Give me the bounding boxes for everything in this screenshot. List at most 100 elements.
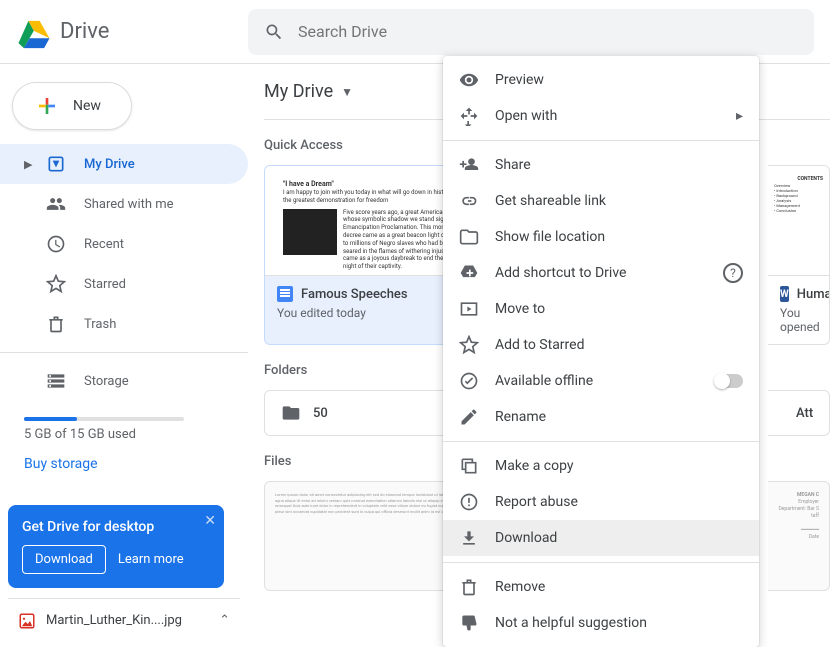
ctx-show-file-location[interactable]: Show file location <box>443 219 759 255</box>
sidebar-item-recent[interactable]: Recent <box>0 224 248 264</box>
toggle-switch[interactable] <box>715 374 743 388</box>
card-name: Huma <box>797 287 830 302</box>
docs-icon <box>277 286 293 302</box>
sidebar-item-storage[interactable]: Storage <box>0 361 248 401</box>
card-thumbnail: CONTENTS Overview• Introduction• Backgro… <box>768 166 829 276</box>
download-icon <box>459 528 479 548</box>
sidebar-item-trash[interactable]: Trash <box>0 304 248 344</box>
quick-access-card[interactable]: CONTENTS Overview• Introduction• Backgro… <box>768 165 830 345</box>
folder-chip[interactable]: Att <box>768 390 830 436</box>
ctx-get-shareable-link[interactable]: Get shareable link <box>443 183 759 219</box>
drive-icon <box>46 154 66 174</box>
promo-download-button[interactable]: Download <box>22 545 106 574</box>
ctx-item-label: Not a helpful suggestion <box>495 615 647 631</box>
trash-icon <box>46 314 66 334</box>
chevron-right-icon: ▶ <box>24 158 34 171</box>
folder-name: 50 <box>313 406 328 421</box>
storage-icon <box>46 371 66 391</box>
trash-icon <box>459 577 479 597</box>
ctx-rename[interactable]: Rename <box>443 399 759 435</box>
ctx-add-to-starred[interactable]: Add to Starred <box>443 327 759 363</box>
image-file-icon <box>18 612 36 630</box>
promo-title: Get Drive for desktop <box>22 519 210 535</box>
folder-name: Att <box>796 406 813 421</box>
logo[interactable]: Drive <box>16 14 248 50</box>
star-icon <box>459 335 479 355</box>
ctx-item-label: Get shareable link <box>495 193 606 209</box>
card-name: Famous Speeches <box>301 287 408 302</box>
eye-icon <box>459 70 479 90</box>
sidebar-item-label: Shared with me <box>84 197 174 212</box>
chevron-up-icon[interactable]: ⌃ <box>219 613 230 628</box>
ctx-item-label: Add shortcut to Drive <box>495 265 626 281</box>
ctx-remove[interactable]: Remove <box>443 569 759 605</box>
download-file-name: Martin_Luther_Kin....jpg <box>46 613 182 628</box>
promo-card: ✕ Get Drive for desktop Download Learn m… <box>8 505 224 588</box>
sidebar-item-shared[interactable]: Shared with me <box>0 184 248 224</box>
app-name: Drive <box>60 19 109 44</box>
ctx-move-to[interactable]: Move to <box>443 291 759 327</box>
ctx-share[interactable]: Share <box>443 147 759 183</box>
person-add-icon <box>459 155 479 175</box>
ctx-item-label: Show file location <box>495 229 605 245</box>
folder-icon <box>281 403 301 423</box>
new-button-label: New <box>73 98 101 114</box>
breadcrumb-label: My Drive <box>264 81 333 102</box>
new-button[interactable]: New <box>12 82 132 130</box>
ctx-item-label: Move to <box>495 301 545 317</box>
ctx-not-a-helpful-suggestion[interactable]: Not a helpful suggestion <box>443 605 759 641</box>
openwith-icon <box>459 106 479 126</box>
search-input[interactable] <box>298 22 798 41</box>
ctx-item-label: Rename <box>495 409 546 425</box>
ctx-item-label: Report abuse <box>495 494 578 510</box>
star-icon <box>46 274 66 294</box>
chevron-down-icon: ▼ <box>341 85 353 99</box>
link-icon <box>459 191 479 211</box>
pencil-icon <box>459 407 479 427</box>
close-icon[interactable]: ✕ <box>204 513 216 529</box>
header: Drive <box>0 0 830 64</box>
offline-icon <box>459 371 479 391</box>
ctx-item-label: Make a copy <box>495 458 574 474</box>
copy-icon <box>459 456 479 476</box>
storage-bar <box>24 417 184 421</box>
search-bar[interactable] <box>248 9 814 55</box>
sidebar-item-label: Recent <box>84 237 124 252</box>
people-icon <box>46 194 66 214</box>
sidebar-item-label: Starred <box>84 277 126 292</box>
ctx-open-with[interactable]: Open with▸ <box>443 98 759 134</box>
file-card[interactable]: MEGAN CEmployerDepartment: Bar Staff━━━━… <box>768 481 830 591</box>
storage-section: 5 GB of 15 GB used Buy storage <box>0 401 248 480</box>
word-icon: W <box>780 286 789 302</box>
promo-learn-link[interactable]: Learn more <box>118 552 184 567</box>
ctx-make-a-copy[interactable]: Make a copy <box>443 448 759 484</box>
ctx-preview[interactable]: Preview <box>443 62 759 98</box>
clock-icon <box>46 234 66 254</box>
search-icon <box>264 22 284 42</box>
ctx-report-abuse[interactable]: Report abuse <box>443 484 759 520</box>
thumb-down-icon <box>459 613 479 633</box>
report-icon <box>459 492 479 512</box>
ctx-available-offline[interactable]: Available offline <box>443 363 759 399</box>
drive-add-icon <box>459 263 479 283</box>
ctx-item-label: Open with <box>495 108 557 124</box>
card-subtitle: You edited today <box>277 306 471 320</box>
ctx-download[interactable]: Download <box>443 520 759 556</box>
buy-storage-link[interactable]: Buy storage <box>24 456 224 472</box>
ctx-add-shortcut-to-drive[interactable]: Add shortcut to Drive? <box>443 255 759 291</box>
sidebar-item-label: Storage <box>84 374 129 389</box>
download-bar[interactable]: Martin_Luther_Kin....jpg ⌃ <box>8 598 240 642</box>
context-menu: Preview Open with▸ Share Get shareable link… <box>443 56 759 647</box>
ctx-item-label: Share <box>495 157 531 173</box>
storage-used-text: 5 GB of 15 GB used <box>24 427 224 442</box>
ctx-item-label: Preview <box>495 72 544 88</box>
ctx-item-label: Add to Starred <box>495 337 584 353</box>
folder-icon <box>459 227 479 247</box>
help-icon[interactable]: ? <box>723 263 743 283</box>
ctx-item-label: Remove <box>495 579 545 595</box>
drive-logo-icon <box>16 14 52 50</box>
sidebar-item-label: Trash <box>84 317 116 332</box>
sidebar-item-starred[interactable]: Starred <box>0 264 248 304</box>
sidebar-item-mydrive[interactable]: ▶ My Drive <box>0 144 248 184</box>
plus-icon <box>35 94 59 118</box>
